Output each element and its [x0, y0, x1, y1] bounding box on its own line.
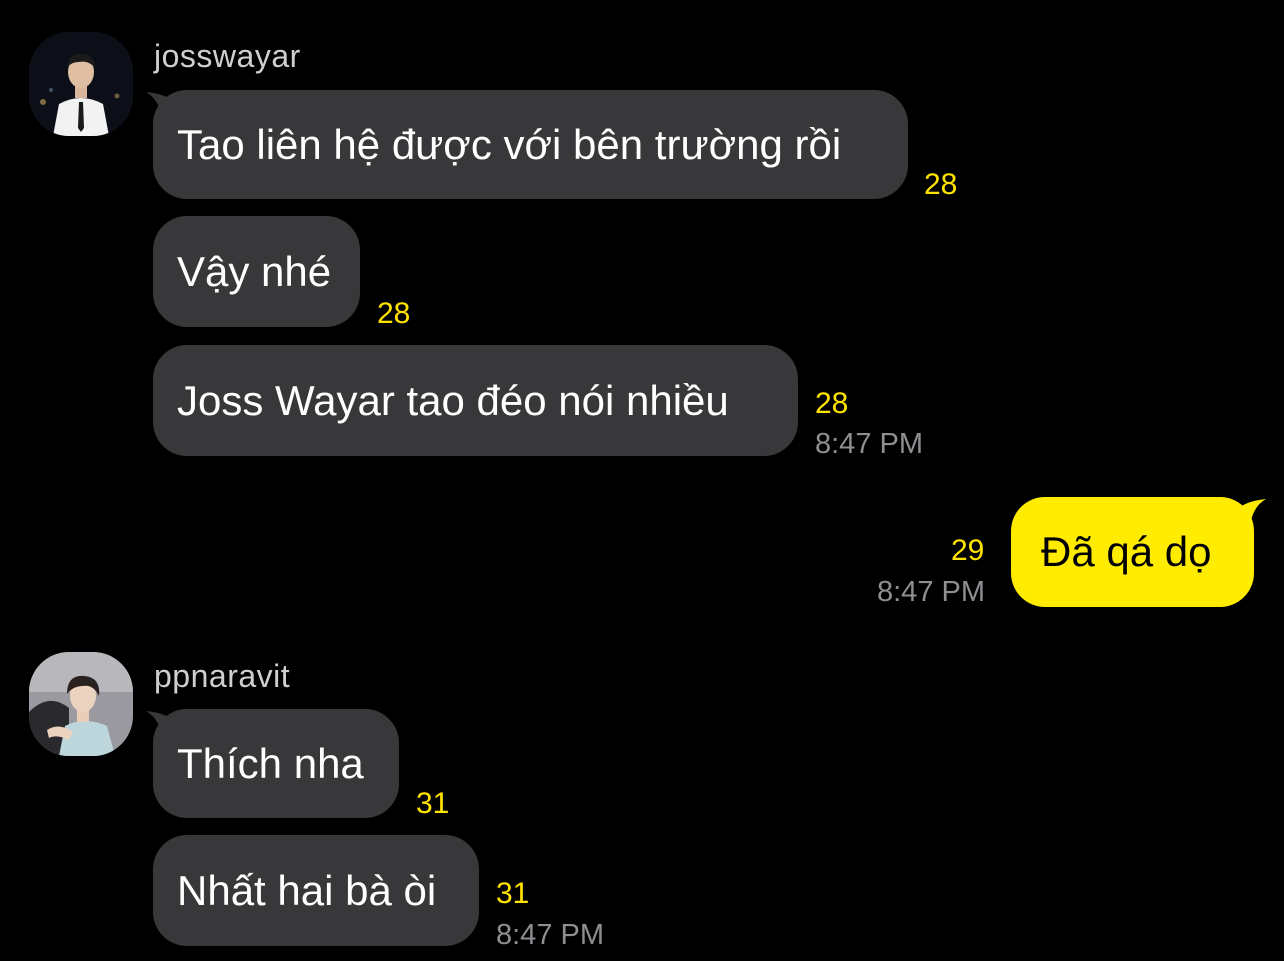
unread-count: 31: [496, 877, 530, 910]
message-bubble[interactable]: Nhất hai bà òi: [153, 835, 479, 946]
message-text: Vậy nhé: [177, 247, 332, 295]
message-text: Thích nha: [177, 739, 364, 787]
message-text: Nhất hai bà òi: [177, 866, 437, 914]
avatar-josswayar[interactable]: [29, 32, 133, 136]
message-bubble[interactable]: Tao liên hệ được với bên trường rồi: [153, 90, 908, 199]
message-text: Đã qá dọ: [1041, 528, 1212, 575]
profile-photo-josswayar-icon: [29, 32, 133, 136]
profile-photo-ppnaravit-icon: [29, 652, 133, 756]
message-text: Joss Wayar tao đéo nói nhiều: [177, 376, 729, 424]
unread-count: 31: [416, 787, 450, 820]
timestamp: 8:47 PM: [877, 576, 985, 608]
timestamp: 8:47 PM: [496, 919, 604, 951]
message-text: Tao liên hệ được với bên trường rồi: [177, 120, 842, 168]
message-bubble[interactable]: Vậy nhé: [153, 216, 360, 327]
unread-count: 28: [815, 387, 849, 420]
unread-count: 28: [377, 297, 411, 330]
unread-count: 28: [924, 168, 958, 201]
avatar-ppnaravit[interactable]: [29, 652, 133, 756]
unread-count: 29: [951, 534, 985, 567]
timestamp: 8:47 PM: [815, 428, 923, 460]
message-bubble-outgoing[interactable]: Đã qá dọ: [1011, 497, 1254, 607]
message-bubble[interactable]: Joss Wayar tao đéo nói nhiều: [153, 345, 798, 456]
sender-name: josswayar: [154, 38, 301, 74]
sender-name: ppnaravit: [154, 658, 291, 694]
message-bubble[interactable]: Thích nha: [153, 709, 399, 818]
